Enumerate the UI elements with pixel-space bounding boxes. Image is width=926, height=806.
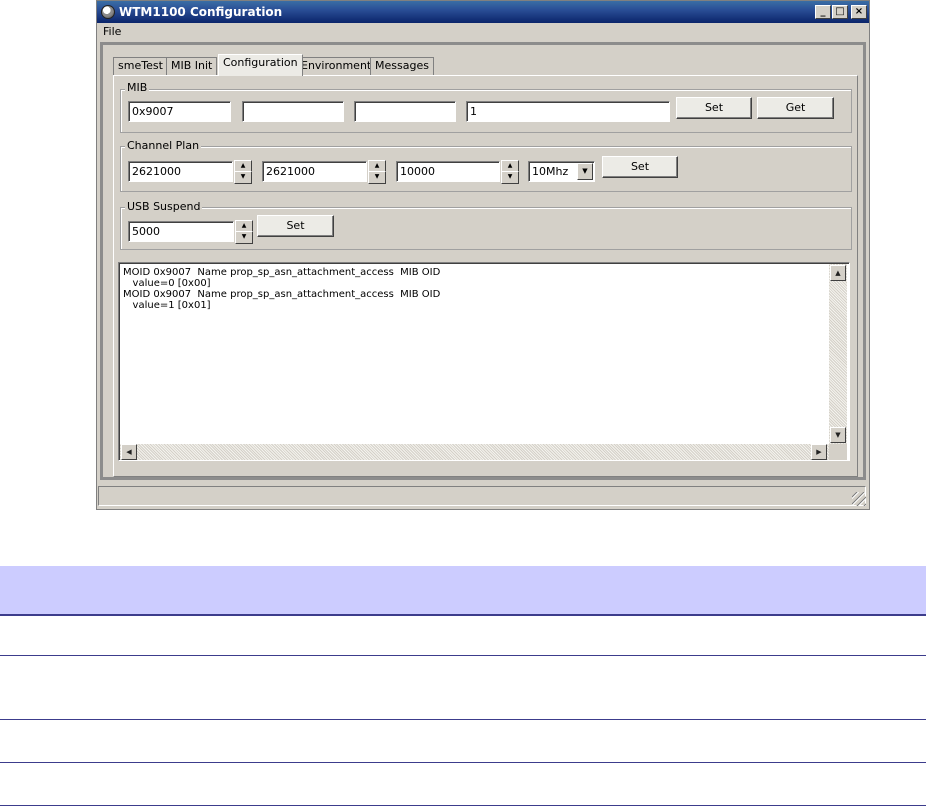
vertical-scrollbar[interactable]: ▲ ▼: [829, 264, 847, 444]
scroll-up-icon[interactable]: ▲: [830, 265, 846, 281]
close-button[interactable]: ×: [851, 5, 867, 19]
spin-down-icon[interactable]: ▼: [501, 171, 519, 184]
tab-messages[interactable]: Messages: [370, 57, 434, 75]
channel-plan-group-title: Channel Plan: [125, 139, 202, 152]
tab-smetest[interactable]: smeTest: [113, 57, 168, 75]
maximize-button[interactable]: □: [832, 5, 848, 19]
usb-suspend-input[interactable]: 5000: [128, 221, 234, 242]
menu-file[interactable]: File: [103, 25, 121, 39]
spin-down-icon[interactable]: ▼: [235, 231, 253, 244]
log-line: value=1 [0x01]: [123, 300, 211, 311]
table-row-divider: [0, 719, 926, 720]
scroll-right-icon[interactable]: ▶: [811, 444, 827, 460]
app-icon[interactable]: [101, 5, 115, 19]
horizontal-scrollbar[interactable]: ◀ ▶: [120, 444, 829, 460]
channel-end-input[interactable]: 2621000: [262, 161, 367, 182]
chevron-down-icon[interactable]: ▼: [577, 163, 593, 180]
usb-suspend-group-title: USB Suspend: [125, 200, 203, 213]
mib-get-button[interactable]: Get: [757, 97, 834, 119]
mib-id-input[interactable]: 0x9007: [128, 101, 231, 122]
mib-field-3-input[interactable]: [354, 101, 456, 122]
title-bar[interactable]: WTM1100 Configuration _ □ ×: [97, 1, 869, 23]
resize-grip-icon[interactable]: [852, 492, 866, 506]
scroll-down-icon[interactable]: ▼: [830, 427, 846, 443]
channel-start-input[interactable]: 2621000: [128, 161, 233, 182]
table-row-divider: [0, 655, 926, 656]
mib-group-title: MIB: [125, 81, 150, 94]
scroll-left-icon[interactable]: ◀: [121, 444, 137, 460]
log-line: MOID 0x9007 Name prop_sp_asn_attachment_…: [123, 289, 441, 300]
spin-down-icon[interactable]: ▼: [234, 171, 252, 184]
log-output[interactable]: MOID 0x9007 Name prop_sp_asn_attachment_…: [118, 262, 850, 461]
spin-down-icon[interactable]: ▼: [368, 171, 386, 184]
tab-configuration[interactable]: Configuration: [218, 54, 303, 76]
tab-environment[interactable]: Environment: [296, 57, 377, 75]
log-line: value=0 [0x00]: [123, 278, 211, 289]
channel-step-spinner[interactable]: ▲ ▼: [501, 160, 519, 184]
channel-step-input[interactable]: 10000: [396, 161, 500, 182]
usb-suspend-spinner[interactable]: ▲ ▼: [235, 220, 253, 244]
channel-plan-set-button[interactable]: Set: [602, 156, 678, 178]
usb-suspend-set-button[interactable]: Set: [257, 215, 334, 237]
bandwidth-select[interactable]: 10Mhz ▼: [528, 161, 595, 182]
table-row-divider: [0, 762, 926, 763]
status-bar: [98, 486, 866, 506]
minimize-button[interactable]: _: [815, 5, 831, 19]
tab-mib-init[interactable]: MIB Init: [166, 57, 218, 75]
log-line: MOID 0x9007 Name prop_sp_asn_attachment_…: [123, 267, 441, 278]
mib-field-2-input[interactable]: [242, 101, 344, 122]
window-title: WTM1100 Configuration: [119, 5, 283, 19]
scrollbar-corner: [829, 444, 847, 460]
mib-set-button[interactable]: Set: [676, 97, 752, 119]
channel-start-spinner[interactable]: ▲ ▼: [234, 160, 252, 184]
bandwidth-select-value: 10Mhz: [532, 165, 569, 178]
mib-value-input[interactable]: 1: [466, 101, 670, 122]
menu-bar: File: [97, 23, 869, 41]
table-header-row: [0, 566, 926, 616]
channel-end-spinner[interactable]: ▲ ▼: [368, 160, 386, 184]
